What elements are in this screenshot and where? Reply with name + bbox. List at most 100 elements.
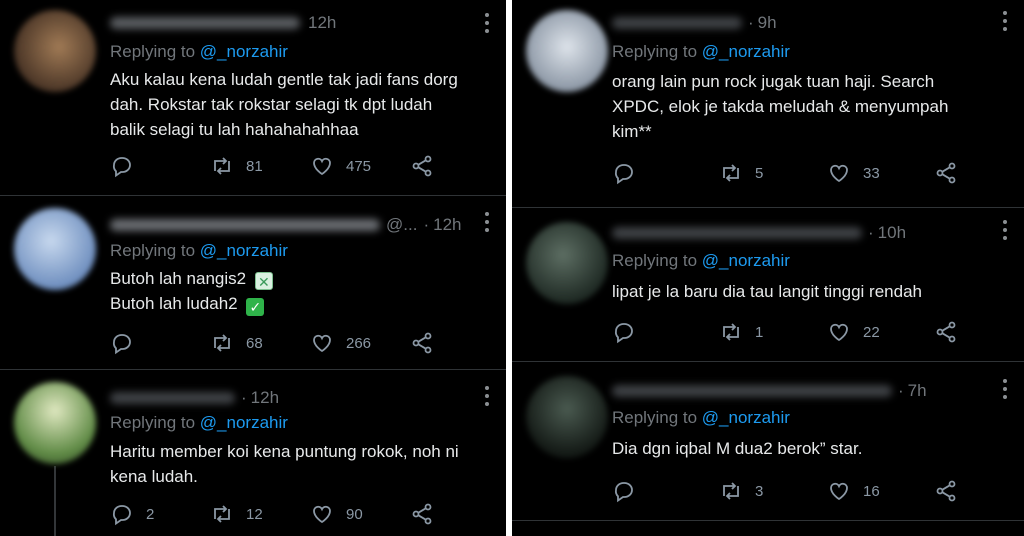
retweet-button[interactable]: 12 (210, 501, 263, 527)
share-button[interactable] (410, 153, 434, 179)
retweet-button[interactable]: 5 (719, 160, 763, 186)
blurred-username[interactable] (110, 392, 235, 404)
replying-to: Replying to @_norzahir (612, 251, 790, 271)
reply-tweet[interactable]: · 7h Replying to @_norzahir Dia dgn iqba… (512, 362, 1024, 536)
like-icon (313, 505, 331, 524)
more-options-icon[interactable] (1002, 11, 1008, 31)
check-mark-emoji: ✓ (246, 298, 265, 316)
retweet-count: 5 (755, 164, 764, 182)
blurred-username[interactable] (612, 17, 742, 29)
reply-handle-link[interactable]: @_norzahir (702, 42, 790, 61)
tweet-text: Dia dgn iqbal M dua2 berok” star. (612, 436, 1006, 461)
blurred-username[interactable] (612, 385, 892, 397)
tweet-time[interactable]: 12h (251, 388, 279, 408)
more-options-icon[interactable] (1002, 220, 1008, 240)
share-button[interactable] (934, 160, 958, 186)
share-icon (936, 480, 956, 502)
more-options-icon[interactable] (1002, 379, 1008, 399)
tweet-text: Aku kalau kena ludah gentle tak jadi fan… (110, 67, 488, 142)
share-button[interactable] (934, 319, 958, 345)
like-button[interactable]: 16 (827, 478, 880, 504)
reply-button[interactable] (612, 160, 648, 186)
reply-button[interactable] (612, 478, 648, 504)
replying-to-label: Replying to (110, 241, 196, 260)
retweet-icon (723, 323, 739, 341)
retweet-button[interactable]: 81 (210, 153, 263, 179)
retweet-icon (214, 505, 230, 523)
reply-tweet[interactable]: · 9h Replying to @_norzahir orang lain p… (512, 0, 1024, 207)
reply-handle-link[interactable]: @_norzahir (200, 241, 288, 260)
like-button[interactable]: 22 (827, 319, 880, 345)
like-button[interactable]: 266 (310, 330, 371, 356)
reply-tweet[interactable]: · 10h Replying to @_norzahir lipat je la… (512, 208, 1024, 361)
like-icon (830, 164, 848, 183)
avatar[interactable] (526, 376, 608, 458)
more-options-icon[interactable] (484, 386, 490, 406)
reply-button[interactable] (110, 330, 146, 356)
reply-handle-link[interactable]: @_norzahir (702, 408, 790, 427)
avatar[interactable] (526, 222, 608, 304)
like-icon (830, 323, 848, 342)
like-button[interactable]: 33 (827, 160, 880, 186)
reply-handle-link[interactable]: @_norzahir (702, 251, 790, 270)
like-count: 266 (346, 334, 372, 352)
reply-button[interactable]: 2 (110, 501, 154, 527)
avatar[interactable] (14, 10, 96, 92)
tweet-time[interactable]: 7h (908, 381, 927, 401)
tweet-text-line: Butoh lah ludah2 ✓ (110, 291, 488, 316)
replying-to: Replying to @_norzahir (110, 241, 288, 261)
reply-icon (614, 482, 633, 503)
reply-handle-link[interactable]: @_norzahir (200, 413, 288, 432)
like-button[interactable]: 475 (310, 153, 371, 179)
tweet-time[interactable]: 9h (758, 13, 777, 33)
retweet-button[interactable]: 1 (719, 319, 763, 345)
reply-count: 2 (146, 505, 155, 523)
avatar[interactable] (14, 382, 96, 464)
divider (512, 520, 1024, 521)
like-count: 90 (346, 505, 363, 523)
share-icon (412, 332, 432, 354)
avatar[interactable] (14, 208, 96, 290)
reply-tweet[interactable]: 12h Replying to @_norzahir Aku kalau ken… (0, 0, 506, 195)
share-button[interactable] (410, 501, 434, 527)
retweet-icon (723, 164, 739, 182)
share-button[interactable] (934, 478, 958, 504)
reply-tweet[interactable]: @... · 12h Replying to @_norzahir Butoh … (0, 196, 506, 369)
retweet-icon (723, 482, 739, 500)
reply-icon (614, 323, 633, 344)
retweet-button[interactable]: 68 (210, 330, 263, 356)
reply-button[interactable] (612, 319, 648, 345)
retweet-count: 81 (246, 157, 263, 175)
left-reply-column: 12h Replying to @_norzahir Aku kalau ken… (0, 0, 506, 536)
replying-to: Replying to @_norzahir (110, 42, 288, 62)
like-icon (313, 334, 331, 353)
share-button[interactable] (410, 330, 434, 356)
replying-to-label: Replying to (110, 42, 196, 61)
like-button[interactable]: 90 (310, 501, 363, 527)
replying-to-label: Replying to (612, 408, 698, 427)
reply-tweet[interactable]: · 12h Replying to @_norzahir Haritu memb… (0, 370, 506, 536)
reply-handle-link[interactable]: @_norzahir (200, 42, 288, 61)
reply-button[interactable] (110, 153, 146, 179)
replying-to: Replying to @_norzahir (612, 42, 790, 62)
blurred-username[interactable] (110, 17, 300, 29)
tweet-time[interactable]: 12h (433, 215, 461, 235)
tweet-time[interactable]: 10h (878, 223, 906, 243)
share-icon (936, 321, 956, 343)
blurred-username[interactable] (110, 219, 380, 231)
more-options-icon[interactable] (484, 212, 490, 232)
reply-icon (112, 157, 131, 178)
avatar[interactable] (526, 10, 608, 92)
blurred-username[interactable] (612, 227, 862, 239)
tweet-text-line: Haritu member koi kena puntung rokok, no… (110, 442, 459, 461)
replying-to-label: Replying to (612, 42, 698, 61)
like-count: 16 (863, 482, 880, 500)
replying-to: Replying to @_norzahir (110, 413, 288, 433)
tweet-text: Haritu member koi kena puntung rokok, no… (110, 439, 488, 489)
retweet-button[interactable]: 3 (719, 478, 763, 504)
share-icon (412, 503, 432, 525)
more-options-icon[interactable] (484, 13, 490, 33)
retweet-count: 12 (246, 505, 263, 523)
tweet-time[interactable]: 12h (308, 13, 336, 33)
retweet-count: 1 (755, 323, 764, 341)
